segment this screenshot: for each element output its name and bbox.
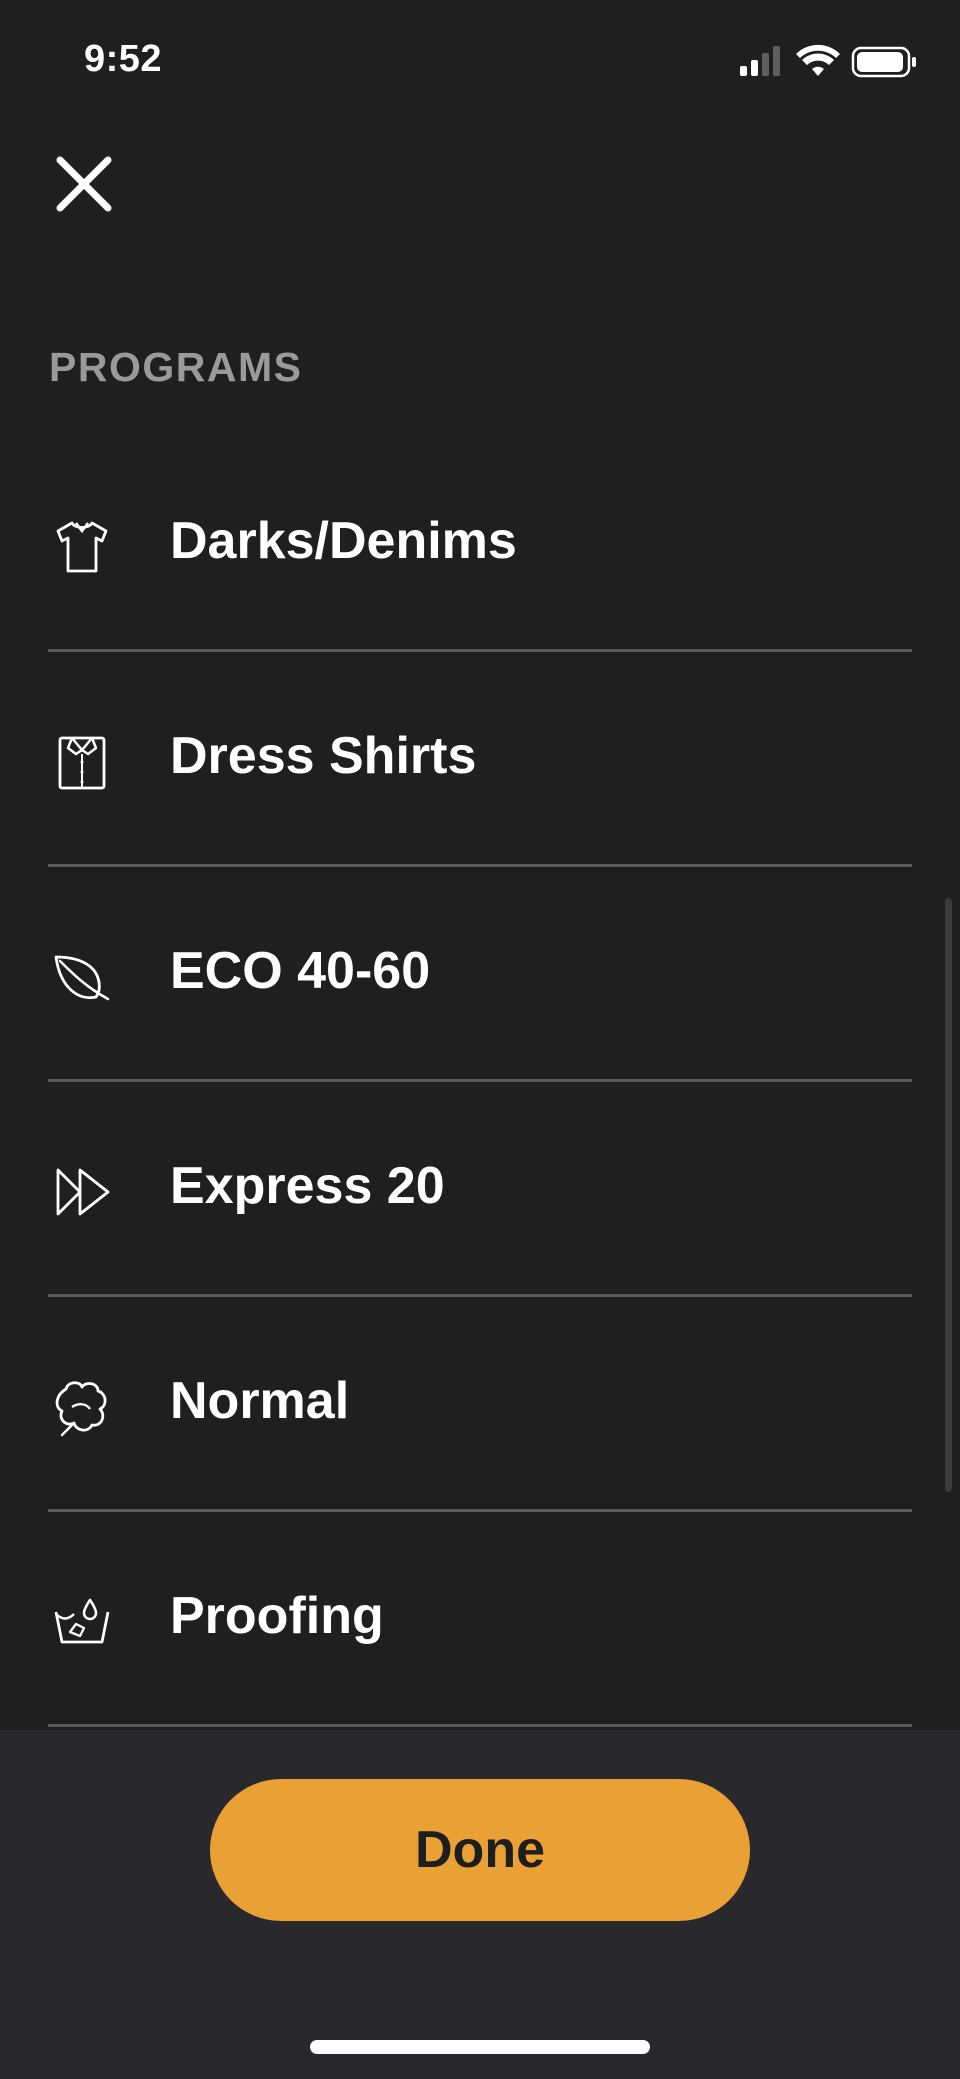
wash-basin-drop-icon [54,1598,110,1644]
tshirt-icon [56,521,108,573]
program-label: Proofing [170,1587,384,1645]
program-label: Normal [170,1372,350,1430]
scrollbar[interactable] [945,898,952,1492]
close-icon [56,156,112,212]
battery-icon [851,46,916,78]
program-item-darks-denims[interactable]: Darks/Denims [48,437,912,652]
wifi-icon [796,44,840,76]
status-time: 9:52 [84,38,163,80]
leaf-icon [54,955,110,1001]
done-button[interactable]: Done [210,1779,750,1921]
program-label: Dress Shirts [170,727,477,785]
program-label: Darks/Denims [170,512,517,570]
section-title: PROGRAMS [49,344,303,390]
program-item-normal[interactable]: Normal [48,1297,912,1512]
program-item-dress-shirts[interactable]: Dress Shirts [48,652,912,867]
close-button[interactable] [50,150,118,218]
program-item-express-20[interactable]: Express 20 [48,1082,912,1297]
program-list: Darks/Denims Dress Shirts ECO 40-60 Expr… [48,437,912,1727]
footer: Done [0,1730,960,2079]
program-item-eco-40-60[interactable]: ECO 40-60 [48,867,912,1082]
fast-forward-icon [56,1168,110,1216]
cellular-signal-icon [740,46,780,76]
status-bar: 9:52 [0,0,960,120]
status-icons [740,44,916,78]
home-indicator [310,2040,650,2054]
program-label: ECO 40-60 [170,942,431,1000]
program-label: Express 20 [170,1157,445,1215]
program-item-proofing[interactable]: Proofing [48,1512,912,1727]
cotton-icon [55,1381,107,1437]
dress-shirt-icon [58,736,106,790]
